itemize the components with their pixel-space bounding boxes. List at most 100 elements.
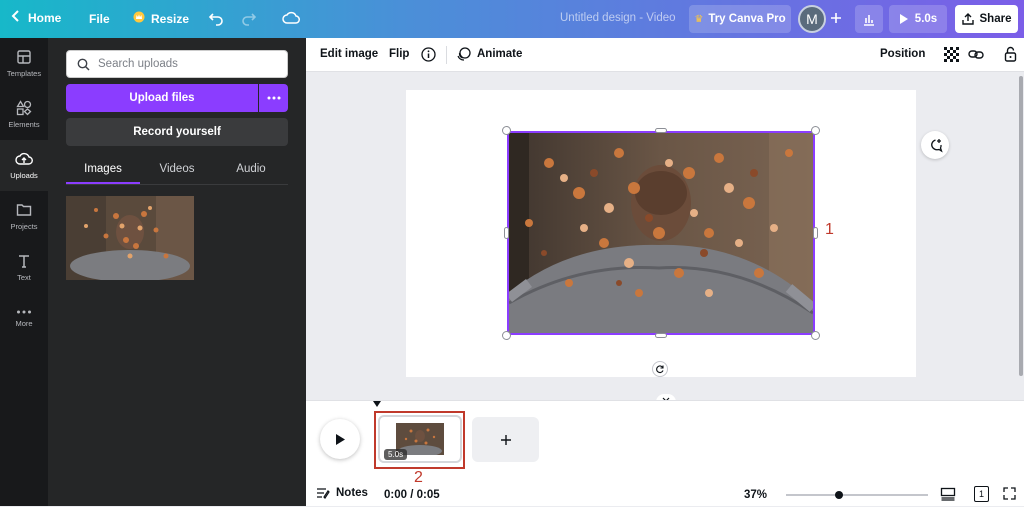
tab-videos[interactable]: Videos bbox=[140, 156, 214, 184]
resize-handle-top-right[interactable] bbox=[811, 126, 820, 135]
resize-button[interactable]: Resize bbox=[133, 11, 189, 26]
chevron-left-icon bbox=[10, 10, 22, 25]
sidebar-item-uploads[interactable]: Uploads bbox=[0, 140, 48, 191]
timeline-panel: 5.0s 2 Notes 0:00 / 0:05 37% 1 bbox=[306, 400, 1024, 506]
search-input[interactable] bbox=[98, 58, 278, 70]
tab-audio[interactable]: Audio bbox=[214, 156, 288, 184]
selected-image[interactable] bbox=[507, 131, 815, 335]
file-menu[interactable]: File bbox=[89, 12, 110, 26]
folder-icon bbox=[16, 204, 32, 216]
grid-view-button[interactable] bbox=[940, 487, 956, 504]
media-tabs: Images Videos Audio bbox=[66, 156, 288, 184]
document-title[interactable]: Untitled design - Video bbox=[560, 12, 676, 24]
redo-button[interactable] bbox=[241, 10, 257, 29]
undo-icon bbox=[208, 13, 223, 26]
left-sidebar: Templates Elements Uploads Projects Text… bbox=[0, 38, 48, 506]
canvas-scrollbar[interactable] bbox=[1018, 72, 1024, 394]
fullscreen-button[interactable] bbox=[1003, 487, 1016, 503]
sidebar-label: Elements bbox=[8, 120, 40, 129]
time-readout: 0:00 / 0:05 bbox=[384, 489, 440, 501]
resize-handle-bottom[interactable] bbox=[655, 333, 667, 338]
add-comment-button[interactable] bbox=[921, 131, 949, 159]
duration-label: 5.0s bbox=[914, 13, 938, 25]
resize-handle-bottom-right[interactable] bbox=[811, 331, 820, 340]
resize-handle-right[interactable] bbox=[813, 227, 818, 239]
info-button[interactable] bbox=[421, 47, 436, 65]
rotate-icon bbox=[656, 365, 664, 374]
play-duration-button[interactable]: 5.0s bbox=[889, 5, 947, 33]
animate-icon bbox=[457, 47, 471, 61]
home-label: Home bbox=[28, 10, 62, 25]
try-canva-pro-button[interactable]: ♛ Try Canva Pro bbox=[689, 5, 791, 33]
link-button[interactable] bbox=[968, 47, 984, 65]
cloud-icon bbox=[282, 11, 300, 24]
flip-button[interactable]: Flip bbox=[389, 48, 409, 60]
uploads-panel: Upload files Record yourself Images Vide… bbox=[48, 38, 306, 506]
add-page-button[interactable] bbox=[472, 417, 539, 462]
sidebar-item-elements[interactable]: Elements bbox=[0, 89, 48, 140]
scrollbar-thumb[interactable] bbox=[1019, 76, 1023, 376]
edit-image-button[interactable]: Edit image bbox=[320, 48, 378, 60]
design-page[interactable]: 1 bbox=[406, 90, 916, 377]
search-box[interactable] bbox=[66, 50, 288, 78]
page-count: 1 bbox=[978, 489, 984, 499]
avatar[interactable]: M bbox=[798, 5, 826, 33]
play-button[interactable] bbox=[320, 419, 360, 459]
transparency-button[interactable] bbox=[944, 47, 959, 65]
timeline-clip[interactable]: 5.0s bbox=[378, 415, 462, 463]
resize-handle-left[interactable] bbox=[504, 227, 509, 239]
sidebar-item-templates[interactable]: Templates bbox=[0, 38, 48, 89]
sidebar-label: Text bbox=[17, 273, 31, 282]
undo-button[interactable] bbox=[208, 10, 224, 29]
annotation-marker-1: 1 bbox=[825, 221, 834, 238]
sidebar-label: Projects bbox=[10, 222, 38, 231]
upload-files-button[interactable]: Upload files bbox=[66, 84, 258, 112]
zoom-slider-thumb[interactable] bbox=[834, 491, 843, 499]
record-yourself-button[interactable]: Record yourself bbox=[66, 118, 288, 146]
link-icon bbox=[968, 50, 984, 59]
resize-label: Resize bbox=[151, 11, 190, 26]
playhead-marker[interactable] bbox=[373, 401, 381, 407]
share-icon bbox=[961, 13, 974, 25]
cloud-save-button[interactable] bbox=[282, 10, 300, 29]
upload-options-button[interactable] bbox=[259, 84, 288, 112]
resize-handle-top-left[interactable] bbox=[502, 126, 511, 135]
home-button[interactable]: Home bbox=[10, 10, 61, 25]
invite-button[interactable] bbox=[826, 8, 846, 28]
insights-button[interactable] bbox=[855, 5, 883, 33]
animate-button[interactable]: Animate bbox=[456, 46, 522, 61]
sidebar-label: Uploads bbox=[10, 171, 38, 180]
rotate-handle[interactable] bbox=[652, 361, 668, 377]
zoom-slider[interactable] bbox=[786, 491, 928, 499]
share-label: Share bbox=[979, 13, 1012, 25]
play-icon bbox=[335, 433, 345, 445]
uploaded-image-thumbnail[interactable] bbox=[66, 196, 194, 280]
animate-label: Animate bbox=[477, 47, 523, 60]
bar-chart-icon bbox=[864, 15, 874, 26]
clip-duration-label: 5.0s bbox=[388, 450, 404, 459]
resize-handle-bottom-left[interactable] bbox=[502, 331, 511, 340]
transparency-icon bbox=[944, 47, 959, 62]
uploads-icon bbox=[15, 152, 33, 165]
resize-handle-top[interactable] bbox=[655, 128, 667, 133]
tabs-divider bbox=[66, 184, 288, 185]
tab-images[interactable]: Images bbox=[66, 156, 140, 184]
sidebar-item-more[interactable]: More bbox=[0, 293, 48, 344]
crown-icon bbox=[133, 11, 145, 26]
lock-icon bbox=[1004, 46, 1017, 62]
search-icon bbox=[77, 58, 90, 71]
elements-icon bbox=[16, 100, 32, 116]
page-count-button[interactable]: 1 bbox=[974, 486, 989, 502]
zoom-level[interactable]: 37% bbox=[744, 489, 767, 501]
position-button[interactable]: Position bbox=[880, 48, 925, 60]
play-icon bbox=[899, 14, 908, 24]
canvas-area[interactable]: 1 bbox=[306, 72, 1018, 394]
notes-button[interactable]: Notes bbox=[316, 487, 368, 499]
sidebar-label: Templates bbox=[6, 69, 42, 78]
sidebar-item-text[interactable]: Text bbox=[0, 242, 48, 293]
comment-add-icon bbox=[930, 138, 943, 152]
lock-button[interactable] bbox=[1004, 46, 1017, 65]
share-button[interactable]: Share bbox=[955, 5, 1018, 33]
top-bar: Home File Resize Untitled design - Video… bbox=[0, 0, 1024, 38]
sidebar-item-projects[interactable]: Projects bbox=[0, 191, 48, 242]
